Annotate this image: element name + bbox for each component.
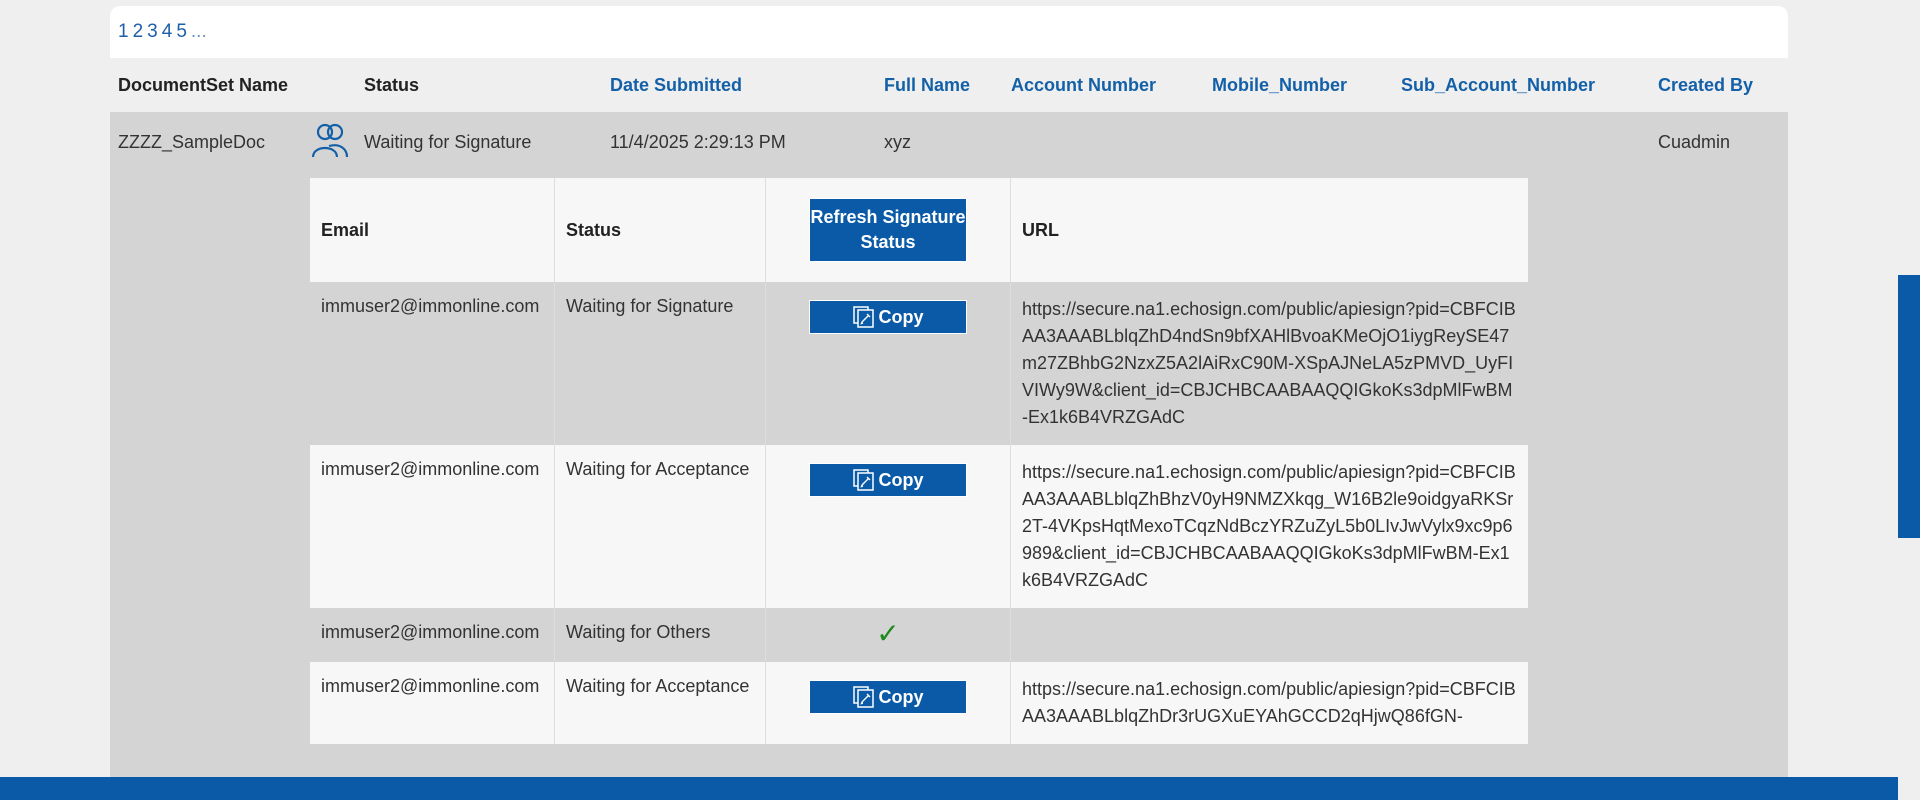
page-link-3[interactable]: 3 xyxy=(147,21,158,43)
table-row[interactable]: ZZZZ_SampleDoc Waiting for Signature 11/… xyxy=(110,112,1788,178)
signer-status: Waiting for Others xyxy=(554,608,766,662)
header-date-submitted[interactable]: Date Submitted xyxy=(610,75,742,96)
table-row: immuser2@immonline.com Waiting for Accep… xyxy=(310,445,1528,608)
header-status: Status xyxy=(364,75,420,95)
header-full-name[interactable]: Full Name xyxy=(884,75,970,96)
header-created-by[interactable]: Created By xyxy=(1658,75,1753,96)
signer-table: Email Status Refresh Signature Status UR… xyxy=(310,178,1528,744)
refresh-cell: Refresh Signature Status xyxy=(765,178,1011,282)
refresh-signature-status-button[interactable]: Refresh Signature Status xyxy=(809,198,967,262)
copy-label: Copy xyxy=(878,686,924,707)
signer-url: https://secure.na1.echosign.com/public/a… xyxy=(1010,282,1528,445)
copy-icon xyxy=(852,469,874,491)
page-link-1[interactable]: 1 xyxy=(118,21,129,43)
signer-status: Waiting for Acceptance xyxy=(554,445,766,608)
signer-status: Waiting for Acceptance xyxy=(554,662,766,744)
copy-icon xyxy=(852,306,874,328)
action-cell: ✓ xyxy=(765,608,1011,662)
copy-button[interactable]: Copy xyxy=(809,680,967,714)
action-cell: Copy xyxy=(765,662,1011,744)
footer-bar xyxy=(0,777,1898,800)
signer-table-header: Email Status Refresh Signature Status UR… xyxy=(310,178,1528,282)
copy-label: Copy xyxy=(878,306,924,327)
copy-button[interactable]: Copy xyxy=(809,463,967,497)
pagination: 1 2 3 4 5 ... xyxy=(110,6,1788,58)
table-row: immuser2@immonline.com Waiting for Accep… xyxy=(310,662,1528,744)
page-link-2[interactable]: 2 xyxy=(133,21,144,43)
date-submitted-cell: 11/4/2025 2:29:13 PM xyxy=(610,132,786,152)
full-name-cell: xyz xyxy=(884,132,911,152)
page-link-4[interactable]: 4 xyxy=(162,21,173,43)
table-row: immuser2@immonline.com Waiting for Other… xyxy=(310,608,1528,662)
header-documentset-name: DocumentSet Name xyxy=(118,75,289,95)
page-link-5[interactable]: 5 xyxy=(176,21,187,43)
checkmark-icon: ✓ xyxy=(876,618,900,649)
header-email: Email xyxy=(310,178,555,282)
grid-header: DocumentSet Name Status Date Submitted F… xyxy=(110,58,1788,112)
people-icon[interactable] xyxy=(310,121,350,161)
signer-status: Waiting for Signature xyxy=(554,282,766,445)
signer-email: immuser2@immonline.com xyxy=(310,662,555,744)
signer-email: immuser2@immonline.com xyxy=(310,445,555,608)
feedback-tab[interactable] xyxy=(1898,275,1920,538)
signer-email: immuser2@immonline.com xyxy=(310,282,555,445)
document-grid: 1 2 3 4 5 ... DocumentSet Name Status Da… xyxy=(110,6,1788,778)
header-signer-status: Status xyxy=(554,178,766,282)
header-url: URL xyxy=(1010,178,1528,282)
signer-url: https://secure.na1.echosign.com/public/a… xyxy=(1010,445,1528,608)
copy-button[interactable]: Copy xyxy=(809,300,967,334)
action-cell: Copy xyxy=(765,282,1011,445)
signer-detail-panel: Email Status Refresh Signature Status UR… xyxy=(110,178,1788,778)
signer-url: https://secure.na1.echosign.com/public/a… xyxy=(1010,662,1528,744)
table-row: immuser2@immonline.com Waiting for Signa… xyxy=(310,282,1528,445)
copy-icon xyxy=(852,686,874,708)
signer-email: immuser2@immonline.com xyxy=(310,608,555,662)
action-cell: Copy xyxy=(765,445,1011,608)
header-mobile-number[interactable]: Mobile_Number xyxy=(1212,75,1347,96)
signer-url xyxy=(1010,608,1528,662)
documentset-name-cell: ZZZZ_SampleDoc xyxy=(118,132,266,152)
created-by-cell: Cuadmin xyxy=(1658,132,1731,152)
header-sub-account-number[interactable]: Sub_Account_Number xyxy=(1401,75,1595,96)
copy-label: Copy xyxy=(878,469,924,490)
status-cell: Waiting for Signature xyxy=(364,132,532,152)
header-account-number[interactable]: Account Number xyxy=(1011,75,1156,96)
page-link-more[interactable]: ... xyxy=(191,21,207,43)
